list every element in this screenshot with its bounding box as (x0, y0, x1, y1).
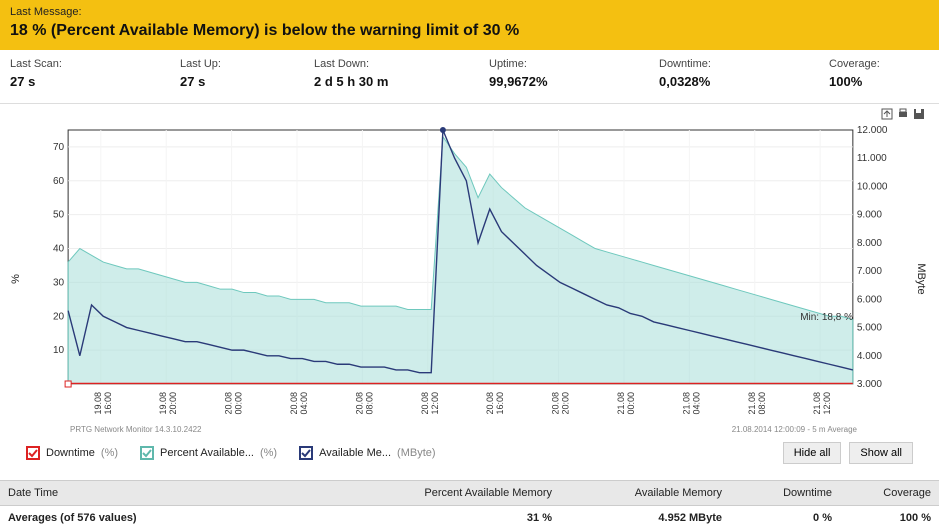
checkbox-icon[interactable] (26, 446, 40, 460)
svg-text:20:00: 20:00 (168, 392, 178, 414)
svg-text:20.08: 20.08 (289, 392, 299, 414)
print-icon[interactable] (897, 108, 909, 120)
header-downtime[interactable]: Downtime (730, 481, 840, 506)
chart-toolbar (881, 108, 925, 120)
svg-text:04:00: 04:00 (299, 392, 309, 414)
svg-text:21.08: 21.08 (681, 392, 691, 414)
svg-text:20.08: 20.08 (551, 392, 561, 414)
chart-footer-right: 21.08.2014 12:00:09 - 5 m Average (732, 425, 857, 434)
y-left-axis-label: % (10, 274, 22, 284)
table-row: Averages (of 576 values) 31 % 4.952 MByt… (0, 506, 939, 531)
legend-downtime[interactable]: Downtime (%) (26, 446, 118, 460)
header-am[interactable]: Available Memory (560, 481, 730, 506)
legend-row: Downtime (%) Percent Available... (%) Av… (12, 434, 927, 472)
y-right-axis-label: MByte (915, 263, 927, 294)
header-pam[interactable]: Percent Available Memory (310, 481, 560, 506)
svg-text:16:00: 16:00 (103, 392, 113, 414)
hide-all-button[interactable]: Hide all (783, 442, 842, 464)
warning-label: Last Message: (10, 6, 929, 18)
svg-text:20.08: 20.08 (485, 392, 495, 414)
svg-text:00:00: 00:00 (626, 392, 636, 414)
chart-plot[interactable]: % MByte Min: 18,8 % 102030405060703.0004… (34, 124, 897, 434)
svg-text:70: 70 (53, 142, 65, 153)
svg-text:08:00: 08:00 (757, 392, 767, 414)
svg-text:12:00: 12:00 (822, 392, 832, 414)
table-header-row: Date Time Percent Available Memory Avail… (0, 481, 939, 506)
warning-message: 18 % (Percent Available Memory) is below… (10, 22, 929, 40)
stat-last-down: Last Down: 2 d 5 h 30 m (314, 58, 489, 89)
header-coverage[interactable]: Coverage (840, 481, 939, 506)
checkbox-icon[interactable] (140, 446, 154, 460)
legend-percent-available[interactable]: Percent Available... (%) (140, 446, 277, 460)
stat-downtime: Downtime: 0,0328% (659, 58, 829, 89)
svg-text:10: 10 (53, 345, 65, 356)
svg-text:19.08: 19.08 (158, 392, 168, 414)
svg-text:20.08: 20.08 (224, 392, 234, 414)
stat-last-up: Last Up: 27 s (180, 58, 314, 89)
stats-row: Last Scan: 27 s Last Up: 27 s Last Down:… (0, 50, 939, 104)
summary-table: Date Time Percent Available Memory Avail… (0, 480, 939, 530)
svg-text:20:00: 20:00 (561, 392, 571, 414)
svg-text:21.08: 21.08 (747, 392, 757, 414)
svg-text:7.000: 7.000 (857, 266, 883, 277)
cell-datetime: Averages (of 576 values) (0, 506, 310, 531)
svg-text:5.000: 5.000 (857, 323, 883, 334)
svg-text:19.08: 19.08 (93, 392, 103, 414)
show-all-button[interactable]: Show all (849, 442, 913, 464)
export-icon[interactable] (881, 108, 893, 120)
svg-text:16:00: 16:00 (495, 392, 505, 414)
svg-text:12.000: 12.000 (857, 125, 888, 136)
chart-area: % MByte Min: 18,8 % 10 20 30 40 50 60 70 3.000 4… (0, 104, 939, 480)
svg-text:30: 30 (53, 277, 65, 288)
cell-downtime: 0 % (730, 506, 840, 531)
svg-text:08:00: 08:00 (364, 392, 374, 414)
cell-coverage: 100 % (840, 506, 939, 531)
cell-am: 4.952 MByte (560, 506, 730, 531)
svg-text:04:00: 04:00 (691, 392, 701, 414)
legend-available-memory[interactable]: Available Me... (MByte) (299, 446, 435, 460)
chart-annotation: Min: 18,8 % (800, 312, 853, 323)
svg-text:10.000: 10.000 (857, 181, 888, 192)
svg-text:50: 50 (53, 210, 65, 221)
svg-text:40: 40 (53, 244, 65, 255)
svg-text:21.08: 21.08 (812, 392, 822, 414)
svg-text:21.08: 21.08 (616, 392, 626, 414)
chart-footer-left: PRTG Network Monitor 14.3.10.2422 (70, 425, 201, 434)
stat-coverage: Coverage: 100% (829, 58, 929, 89)
svg-text:6.000: 6.000 (857, 294, 883, 305)
checkbox-icon[interactable] (299, 446, 313, 460)
stat-uptime: Uptime: 99,9672% (489, 58, 659, 89)
svg-text:20.08: 20.08 (354, 392, 364, 414)
stat-last-scan: Last Scan: 27 s (10, 58, 180, 89)
svg-text:9.000: 9.000 (857, 210, 883, 221)
save-icon[interactable] (913, 108, 925, 120)
svg-text:20: 20 (53, 311, 65, 322)
svg-text:00:00: 00:00 (234, 392, 244, 414)
svg-text:20.08: 20.08 (420, 392, 430, 414)
svg-text:3.000: 3.000 (857, 379, 883, 390)
svg-text:11.000: 11.000 (857, 153, 887, 164)
warning-banner: Last Message: 18 % (Percent Available Me… (0, 0, 939, 50)
cell-pam: 31 % (310, 506, 560, 531)
svg-text:4.000: 4.000 (857, 351, 883, 362)
header-datetime[interactable]: Date Time (0, 481, 310, 506)
svg-text:12:00: 12:00 (430, 392, 440, 414)
svg-text:60: 60 (53, 176, 65, 187)
svg-text:8.000: 8.000 (857, 238, 883, 249)
